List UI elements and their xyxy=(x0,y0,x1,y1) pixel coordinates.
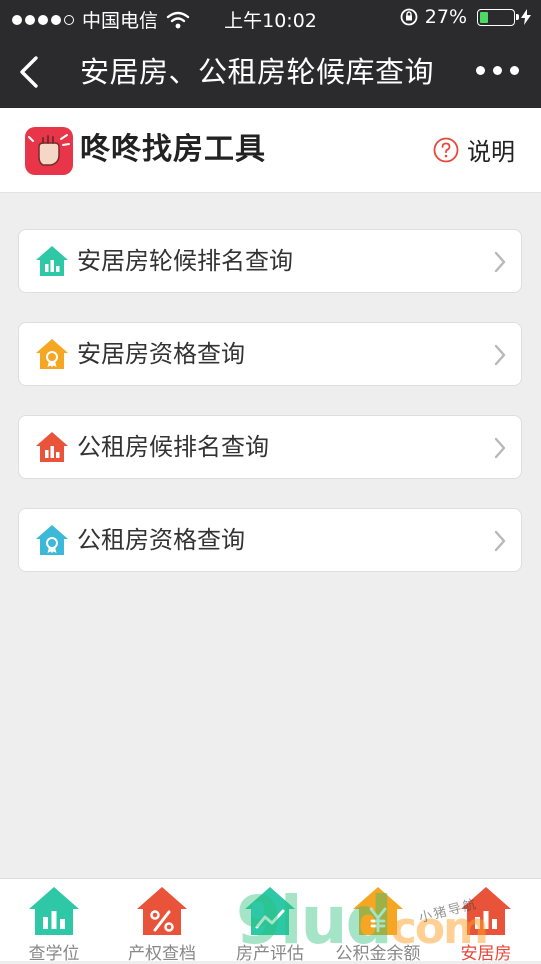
brand-header: 咚咚找房工具 说明 xyxy=(0,108,541,193)
battery-icon xyxy=(477,8,519,26)
house-yen-icon xyxy=(353,887,403,935)
house-chart-icon xyxy=(36,432,68,462)
house-graph-icon xyxy=(245,887,295,935)
more-options-icon[interactable] xyxy=(476,66,519,75)
tab-housing-fund-balance[interactable]: 公积金余额 xyxy=(324,879,432,964)
house-chart-icon xyxy=(36,246,68,276)
back-arrow-icon[interactable] xyxy=(16,54,46,90)
page-title: 安居房、公租房轮候库查询 xyxy=(80,55,435,89)
brand-name: 咚咚找房工具 xyxy=(80,132,266,167)
menu-item-gongzufang-ranking[interactable]: 公租房候排名查询 xyxy=(18,415,522,479)
menu-item-label: 公租房候排名查询 xyxy=(77,433,269,461)
menu-item-label: 安居房轮候排名查询 xyxy=(77,247,293,275)
orientation-lock-icon xyxy=(400,8,418,26)
tab-label: 查学位 xyxy=(28,944,80,964)
tab-label: 房产评估 xyxy=(236,944,304,964)
tab-label: 安居房 xyxy=(460,944,512,964)
tab-school-district[interactable]: 查学位 xyxy=(0,879,108,964)
chevron-right-icon xyxy=(494,530,506,552)
house-badge-icon xyxy=(36,525,68,555)
app-logo-icon xyxy=(25,127,73,175)
tab-property-valuation[interactable]: 房产评估 xyxy=(216,879,324,964)
house-badge-icon xyxy=(36,339,68,369)
charging-bolt-icon xyxy=(521,9,531,25)
menu-item-label: 公租房资格查询 xyxy=(77,526,245,554)
menu-item-label: 安居房资格查询 xyxy=(77,340,245,368)
chevron-right-icon xyxy=(494,437,506,459)
tab-label: 产权查档 xyxy=(128,944,196,964)
help-label: 说明 xyxy=(467,138,515,166)
chevron-right-icon xyxy=(494,344,506,366)
chevron-right-icon xyxy=(494,251,506,273)
tab-property-records[interactable]: 产权查档 xyxy=(108,879,216,964)
status-bar: 中国电信 上午10:02 27% xyxy=(0,0,541,36)
tab-anjufang[interactable]: 安居房 xyxy=(432,879,540,964)
tab-label: 公积金余额 xyxy=(335,944,421,964)
menu-item-anjufang-eligibility[interactable]: 安居房资格查询 xyxy=(18,322,522,386)
menu-item-gongzufang-eligibility[interactable]: 公租房资格查询 xyxy=(18,508,522,572)
battery-percent: 27% xyxy=(424,6,467,28)
house-chart-icon xyxy=(29,887,79,935)
house-percent-icon xyxy=(137,887,187,935)
help-button[interactable]: 说明 xyxy=(433,132,515,167)
menu-item-anjufang-ranking[interactable]: 安居房轮候排名查询 xyxy=(18,229,522,293)
bottom-tab-bar: 查学位 产权查档 房产评估 公积金余额 安居房 xyxy=(0,878,541,964)
nav-bar: 安居房、公租房轮候库查询 xyxy=(0,36,541,108)
question-circle-icon xyxy=(433,137,459,162)
